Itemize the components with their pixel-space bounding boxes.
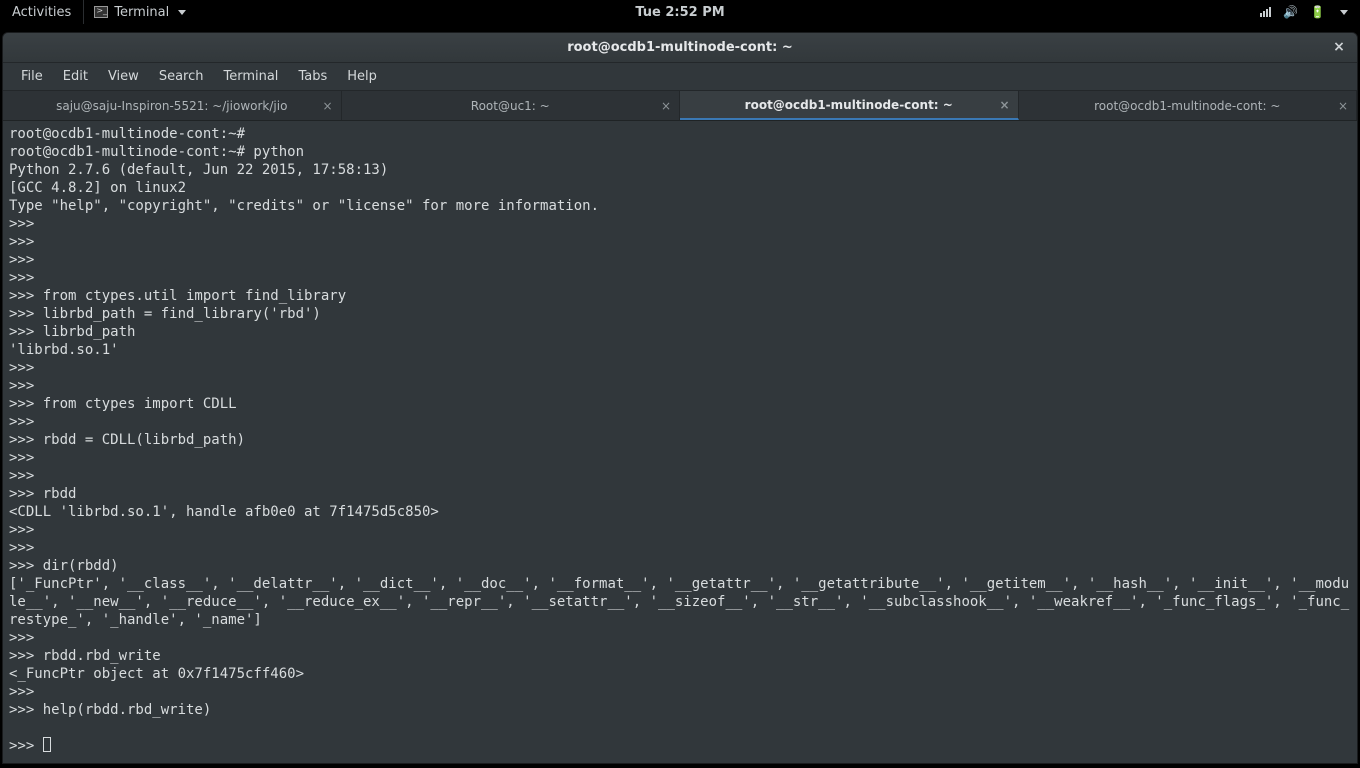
close-icon[interactable]: × [999, 98, 1009, 112]
terminal-line: <CDLL 'librbd.so.1', handle afb0e0 at 7f… [9, 504, 439, 520]
terminal-line: Type "help", "copyright", "credits" or "… [9, 198, 599, 214]
tab-label: saju@saju-Inspiron-5521: ~/jiowork/jio [56, 99, 287, 113]
tab-label: root@ocdb1-multinode-cont: ~ [745, 98, 953, 112]
terminal-line: >>> [9, 684, 34, 700]
terminal-line: root@ocdb1-multinode-cont:~# python [9, 144, 304, 160]
terminal-line: ['_FuncPtr', '__class__', '__delattr__',… [9, 576, 1349, 628]
tab-bar: saju@saju-Inspiron-5521: ~/jiowork/jio×R… [3, 91, 1357, 121]
terminal-line: >>> dir(rbdd) [9, 558, 119, 574]
terminal-line: >>> [9, 360, 34, 376]
terminal-line: >>> [9, 450, 34, 466]
app-indicator[interactable]: Terminal [84, 0, 196, 24]
menu-edit[interactable]: Edit [55, 65, 96, 88]
window-title: root@ocdb1-multinode-cont: ~ [567, 40, 793, 55]
terminal-line: Python 2.7.6 (default, Jun 22 2015, 17:5… [9, 162, 388, 178]
terminal-line: >>> librbd_path = find_library('rbd') [9, 306, 321, 322]
terminal-line: >>> rbdd = CDLL(librbd_path) [9, 432, 245, 448]
terminal-line: >>> [9, 414, 34, 430]
app-indicator-label: Terminal [114, 5, 169, 20]
volume-icon: 🔊 [1283, 5, 1298, 19]
battery-icon: 🔋 [1310, 5, 1325, 19]
menu-file[interactable]: File [13, 65, 51, 88]
menubar: File Edit View Search Terminal Tabs Help [3, 63, 1357, 91]
network-icon [1260, 7, 1271, 17]
terminal-line: >>> from ctypes import CDLL [9, 396, 237, 412]
activities-button[interactable]: Activities [0, 0, 84, 24]
terminal-line: <_FuncPtr object at 0x7f1475cff460> [9, 666, 304, 682]
terminal-line: >>> [9, 522, 34, 538]
window-titlebar[interactable]: root@ocdb1-multinode-cont: ~ × [3, 33, 1357, 63]
terminal-line: >>> [9, 540, 34, 556]
terminal-line: >>> [9, 630, 34, 646]
terminal-line: [GCC 4.8.2] on linux2 [9, 180, 186, 196]
menu-help[interactable]: Help [339, 65, 385, 88]
terminal-line: >>> [9, 270, 34, 286]
terminal-line: root@ocdb1-multinode-cont:~# [9, 126, 245, 142]
tab-label: Root@uc1: ~ [471, 99, 550, 113]
gnome-topbar: Activities Terminal Tue 2:52 PM 🔊 🔋 [0, 0, 1360, 24]
terminal-tab[interactable]: Root@uc1: ~ × [342, 91, 681, 120]
terminal-line: >>> [9, 378, 34, 394]
terminal-line: >>> [9, 234, 34, 250]
terminal-tab[interactable]: saju@saju-Inspiron-5521: ~/jiowork/jio × [3, 91, 342, 120]
close-icon[interactable]: × [1331, 39, 1347, 55]
menu-terminal[interactable]: Terminal [215, 65, 286, 88]
terminal-line: >>> [9, 738, 43, 754]
terminal-line: >>> rbdd.rbd_write [9, 648, 161, 664]
terminal-tab[interactable]: root@ocdb1-multinode-cont: ~ × [1019, 91, 1358, 120]
terminal-line: >>> rbdd [9, 486, 76, 502]
terminal-line: 'librbd.so.1' [9, 342, 119, 358]
close-icon[interactable]: × [322, 99, 332, 113]
menu-search[interactable]: Search [151, 65, 212, 88]
terminal-tab[interactable]: root@ocdb1-multinode-cont: ~ × [680, 91, 1019, 120]
chevron-down-icon [178, 10, 186, 15]
terminal-line: >>> [9, 252, 34, 268]
terminal-line: >>> [9, 216, 34, 232]
system-tray[interactable]: 🔊 🔋 [1260, 5, 1360, 19]
close-icon[interactable]: × [661, 99, 671, 113]
terminal-icon [94, 6, 108, 18]
cursor [43, 737, 51, 752]
tab-label: root@ocdb1-multinode-cont: ~ [1094, 99, 1280, 113]
menu-tabs[interactable]: Tabs [290, 65, 335, 88]
terminal-window: root@ocdb1-multinode-cont: ~ × File Edit… [2, 32, 1358, 764]
terminal-content[interactable]: root@ocdb1-multinode-cont:~# root@ocdb1-… [3, 121, 1357, 763]
menu-view[interactable]: View [100, 65, 147, 88]
terminal-line: >>> librbd_path [9, 324, 135, 340]
terminal-line: >>> from ctypes.util import find_library [9, 288, 346, 304]
terminal-line: >>> [9, 468, 34, 484]
chevron-down-icon [1340, 10, 1348, 15]
clock[interactable]: Tue 2:52 PM [635, 5, 724, 20]
close-icon[interactable]: × [1338, 99, 1348, 113]
terminal-line: >>> help(rbdd.rbd_write) [9, 702, 211, 718]
